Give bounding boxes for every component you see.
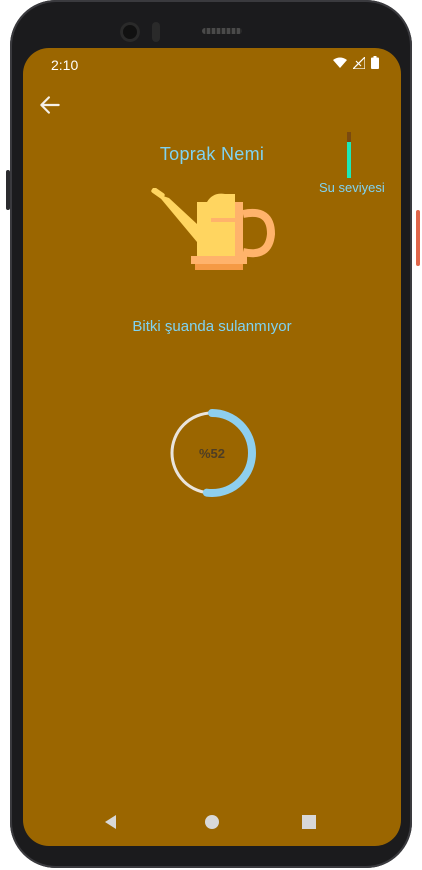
moisture-percent-label: %52 [199,446,225,461]
volume-button [6,170,10,210]
status-bar: 2:10 [23,48,401,80]
signal-icon [353,56,365,69]
status-time: 2:10 [51,57,79,73]
nav-home-icon[interactable] [202,812,222,832]
earpiece-speaker [202,28,242,34]
water-level-indicator: Su seviyesi [319,130,385,200]
wifi-icon [333,57,347,68]
sensor [152,22,160,42]
moisture-progress: %52 [168,409,256,497]
watering-can-icon [151,188,275,270]
nav-recents-icon[interactable] [299,812,319,832]
water-level-fill [347,142,351,178]
water-level-label: Su seviyesi [319,180,385,195]
navigation-bar [23,798,401,846]
back-arrow-icon[interactable] [37,92,63,118]
status-icons [333,56,379,69]
nav-back-icon[interactable] [101,812,121,832]
app-screen: 2:10 Toprak Nemi Su seviyesi Bitki şuand… [23,48,401,846]
power-button [416,210,420,266]
watering-status-text: Bitki şuanda sulanmıyor [132,318,292,335]
battery-icon [371,56,379,69]
front-camera [120,22,140,42]
moisture-ring: %52 [168,409,256,497]
